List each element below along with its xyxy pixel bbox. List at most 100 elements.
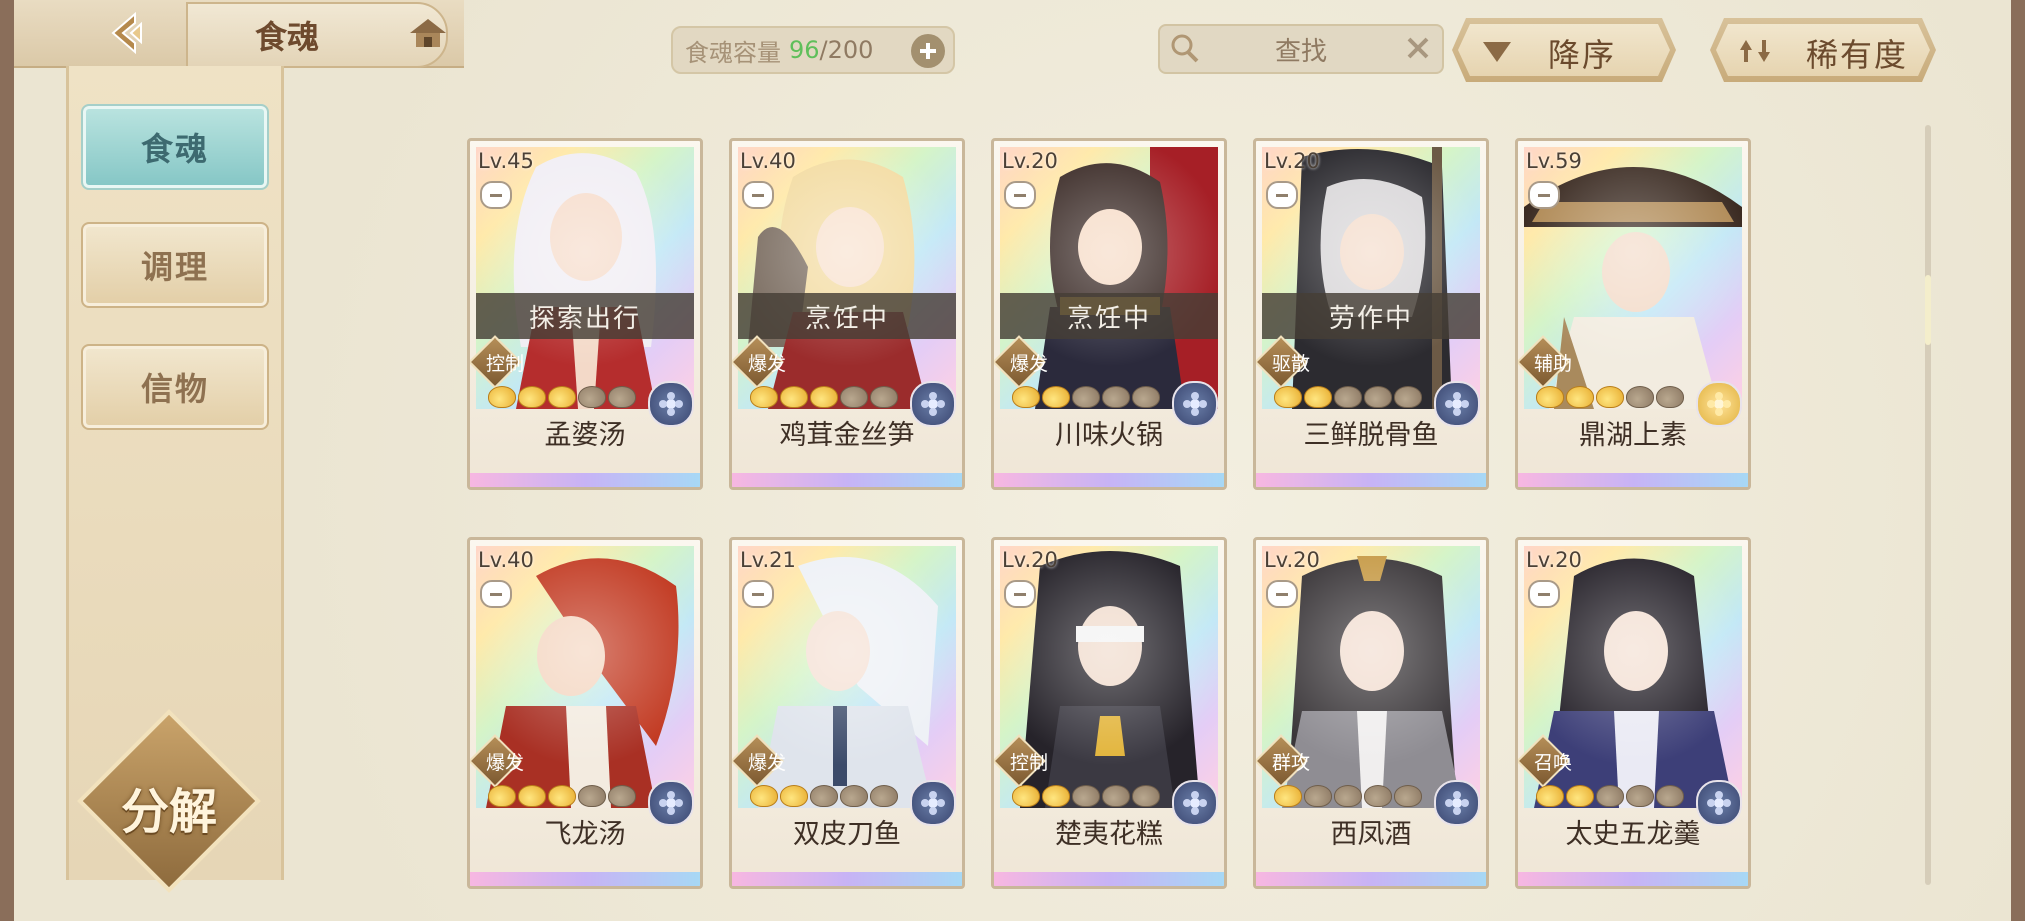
star-empty-icon <box>840 785 868 807</box>
star-rating <box>1274 386 1422 408</box>
lock-toggle-icon[interactable] <box>1528 580 1560 608</box>
tab-conditioning[interactable]: 调理 <box>81 222 269 308</box>
role-label: 驱散 <box>1271 352 1310 375</box>
card-level: Lv.59 <box>1526 149 1582 173</box>
sort-key-label: 稀有度 <box>1806 36 1909 74</box>
card-level: Lv.20 <box>1526 548 1582 572</box>
role-label: 爆发 <box>747 352 786 375</box>
role-badge: 爆发 <box>732 335 786 389</box>
star-filled-icon <box>1012 386 1040 408</box>
lock-toggle-icon[interactable] <box>742 181 774 209</box>
card-level: Lv.21 <box>740 548 796 572</box>
star-filled-icon <box>1042 785 1070 807</box>
food-soul-card[interactable]: Lv.20 控制 楚夷花糕 <box>991 537 1227 889</box>
star-filled-icon <box>780 386 808 408</box>
close-icon[interactable] <box>1404 34 1432 62</box>
star-empty-icon <box>1394 386 1422 408</box>
food-soul-card[interactable]: Lv.20 劳作中 驱散 三鲜脱骨鱼 <box>1253 138 1489 490</box>
house-icon <box>410 19 446 47</box>
decompose-label[interactable]: 分解 <box>96 772 242 842</box>
star-empty-icon <box>1334 785 1362 807</box>
role-badge: 控制 <box>470 335 524 389</box>
star-empty-icon <box>608 386 636 408</box>
sort-arrows-icon <box>1740 40 1770 62</box>
food-soul-card[interactable]: Lv.40 烹饪中 爆发 鸡茸金丝笋 <box>729 138 965 490</box>
role-badge: 爆发 <box>732 734 786 788</box>
capacity-current: 96 <box>789 36 820 64</box>
star-rating <box>488 785 636 807</box>
lock-toggle-icon[interactable] <box>480 181 512 209</box>
triangle-down-icon <box>1483 42 1511 62</box>
flower-emblem-icon <box>910 780 956 826</box>
star-filled-icon <box>1596 386 1624 408</box>
food-soul-card[interactable]: Lv.40 爆发 飞龙汤 <box>467 537 703 889</box>
food-soul-card[interactable]: Lv.20 召唤 太史五龙羹 <box>1515 537 1751 889</box>
sort-key-button[interactable]: 稀有度 <box>1710 18 1936 82</box>
star-filled-icon <box>1274 386 1302 408</box>
star-filled-icon <box>488 785 516 807</box>
search-placeholder: 查找 <box>1274 36 1327 67</box>
lock-toggle-icon[interactable] <box>1528 181 1560 209</box>
star-filled-icon <box>1304 386 1332 408</box>
home-button[interactable] <box>400 10 456 58</box>
star-empty-icon <box>608 785 636 807</box>
role-label: 爆发 <box>1009 352 1048 375</box>
star-filled-icon <box>1536 386 1564 408</box>
food-soul-card[interactable]: Lv.20 群攻 西凤酒 <box>1253 537 1489 889</box>
star-empty-icon <box>810 785 838 807</box>
star-empty-icon <box>1626 386 1654 408</box>
star-filled-icon <box>518 785 546 807</box>
star-empty-icon <box>1394 785 1422 807</box>
lock-toggle-icon[interactable] <box>480 580 512 608</box>
role-label: 爆发 <box>747 751 786 774</box>
expand-capacity-button[interactable] <box>911 34 945 68</box>
card-level: Lv.40 <box>478 548 534 572</box>
food-soul-card[interactable]: Lv.21 爆发 双皮刀鱼 <box>729 537 965 889</box>
role-label: 控制 <box>485 352 524 375</box>
lock-toggle-icon[interactable] <box>1004 181 1036 209</box>
flower-emblem-icon <box>910 381 956 427</box>
capacity-max: 200 <box>827 36 874 64</box>
lock-toggle-icon[interactable] <box>742 580 774 608</box>
card-level: Lv.40 <box>740 149 796 173</box>
tab-tokens[interactable]: 信物 <box>81 344 269 430</box>
game-screen: 食魂 食魂容量 96 / 200 查找 降序 稀有度 食魂 调理 信物 分解 L… <box>0 0 2025 921</box>
card-level: Lv.20 <box>1002 149 1058 173</box>
lock-toggle-icon[interactable] <box>1004 580 1036 608</box>
role-label: 群攻 <box>1271 751 1310 774</box>
card-level: Lv.20 <box>1002 548 1058 572</box>
tab-tokens-label: 信物 <box>140 370 209 408</box>
search-box[interactable]: 查找 <box>1158 24 1444 74</box>
lock-toggle-icon[interactable] <box>1266 181 1298 209</box>
star-empty-icon <box>840 386 868 408</box>
food-soul-card[interactable]: Lv.59 辅助 鼎湖上素 <box>1515 138 1751 490</box>
star-filled-icon <box>1274 785 1302 807</box>
star-empty-icon <box>870 386 898 408</box>
flower-emblem-icon <box>648 780 694 826</box>
capacity-display: 食魂容量 96 / 200 <box>671 26 955 74</box>
star-empty-icon <box>1102 785 1130 807</box>
food-soul-card[interactable]: Lv.20 烹饪中 爆发 川味火锅 <box>991 138 1227 490</box>
page-title: 食魂 <box>254 18 319 56</box>
food-soul-card[interactable]: Lv.45 探索出行 控制 孟婆汤 <box>467 138 703 490</box>
star-filled-icon <box>1536 785 1564 807</box>
tab-food-soul[interactable]: 食魂 <box>81 104 269 190</box>
star-empty-icon <box>870 785 898 807</box>
star-empty-icon <box>578 386 606 408</box>
flower-emblem-icon <box>1434 780 1480 826</box>
sort-order-button[interactable]: 降序 <box>1452 18 1676 82</box>
role-label: 爆发 <box>485 751 524 774</box>
star-filled-icon <box>1566 386 1594 408</box>
flower-emblem-icon <box>1696 381 1742 427</box>
card-status: 探索出行 <box>476 293 694 339</box>
scrollbar[interactable] <box>1925 125 1931 885</box>
star-empty-icon <box>1334 386 1362 408</box>
back-button[interactable] <box>92 8 164 58</box>
lock-toggle-icon[interactable] <box>1266 580 1298 608</box>
star-filled-icon <box>518 386 546 408</box>
card-level: Lv.20 <box>1264 149 1320 173</box>
role-badge: 控制 <box>994 734 1048 788</box>
scroll-thumb[interactable] <box>1925 275 1931 345</box>
card-status: 烹饪中 <box>738 293 956 339</box>
star-empty-icon <box>578 785 606 807</box>
